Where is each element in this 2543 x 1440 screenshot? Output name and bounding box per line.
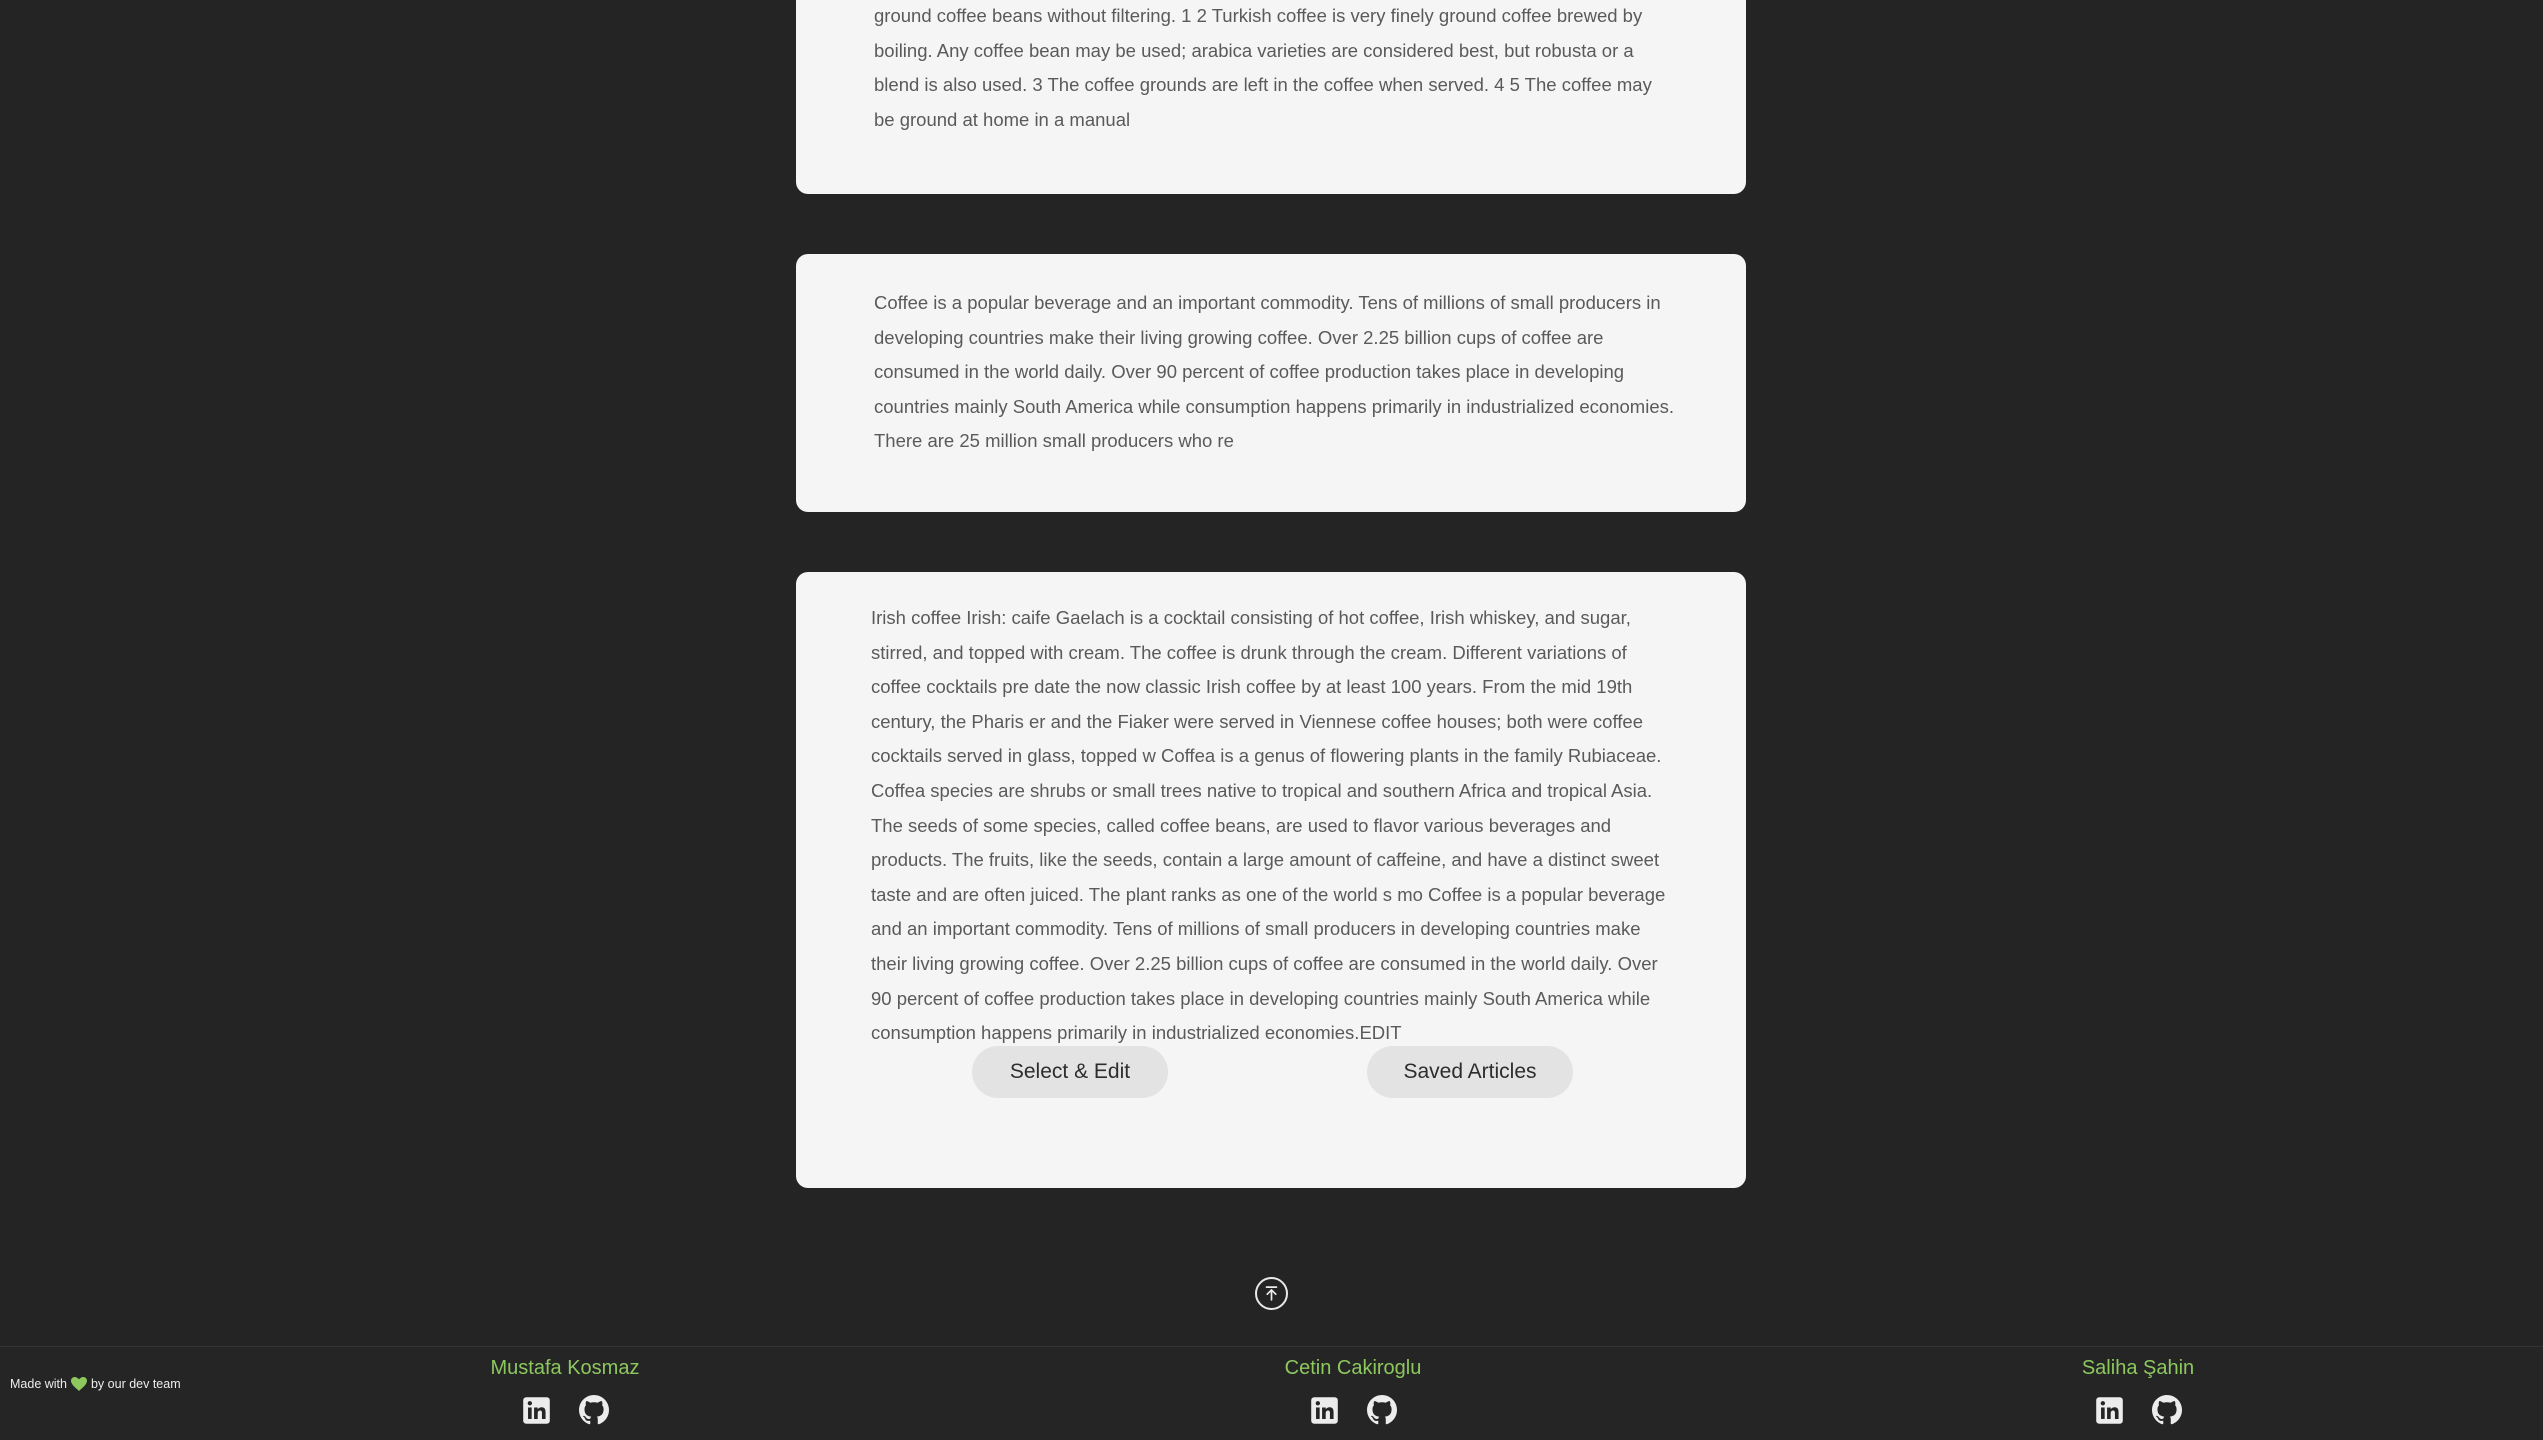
made-with-suffix: by our dev team	[90, 1377, 181, 1391]
developer-mustafa-kosmaz: Mustafa Kosmaz	[405, 1357, 725, 1425]
developer-saliha-sahin: Saliha Şahin	[1978, 1357, 2298, 1425]
article-text: Irish coffee Irish: caife Gaelach is a c…	[871, 607, 1666, 1044]
github-icon[interactable]	[2151, 1395, 2182, 1425]
linkedin-icon[interactable]	[2095, 1395, 2125, 1425]
developer-name: Mustafa Kosmaz	[490, 1357, 640, 1379]
scroll-to-top-button[interactable]	[1255, 1277, 1288, 1310]
page: ground coffee beans without filtering. 1…	[0, 0, 2543, 1440]
github-icon[interactable]	[578, 1395, 609, 1425]
linkedin-icon[interactable]	[1310, 1395, 1340, 1425]
select-edit-button[interactable]: Select & Edit	[972, 1046, 1168, 1098]
github-icon[interactable]	[1366, 1395, 1397, 1425]
developer-name: Saliha Şahin	[2081, 1357, 2195, 1379]
footer: Made with by our dev team Mustafa Kosmaz	[0, 1346, 2543, 1440]
linkedin-icon[interactable]	[522, 1395, 552, 1425]
article-card-editable: Irish coffee Irish: caife Gaelach is a c…	[796, 572, 1746, 1188]
article-text: ground coffee beans without filtering. 1…	[874, 5, 1652, 130]
heart-icon	[70, 1377, 87, 1391]
saved-articles-button[interactable]: Saved Articles	[1367, 1046, 1573, 1098]
article-text: Coffee is a popular beverage and an impo…	[874, 292, 1674, 452]
made-with-credit: Made with by our dev team	[10, 1377, 181, 1391]
made-with-prefix: Made with	[10, 1377, 67, 1391]
developer-cetin-cakiroglu: Cetin Cakiroglu	[1193, 1357, 1513, 1425]
arrow-up-to-line-icon	[1265, 1286, 1278, 1301]
developer-name: Cetin Cakiroglu	[1284, 1357, 1422, 1379]
article-card: Coffee is a popular beverage and an impo…	[796, 254, 1746, 512]
article-card: ground coffee beans without filtering. 1…	[796, 0, 1746, 194]
